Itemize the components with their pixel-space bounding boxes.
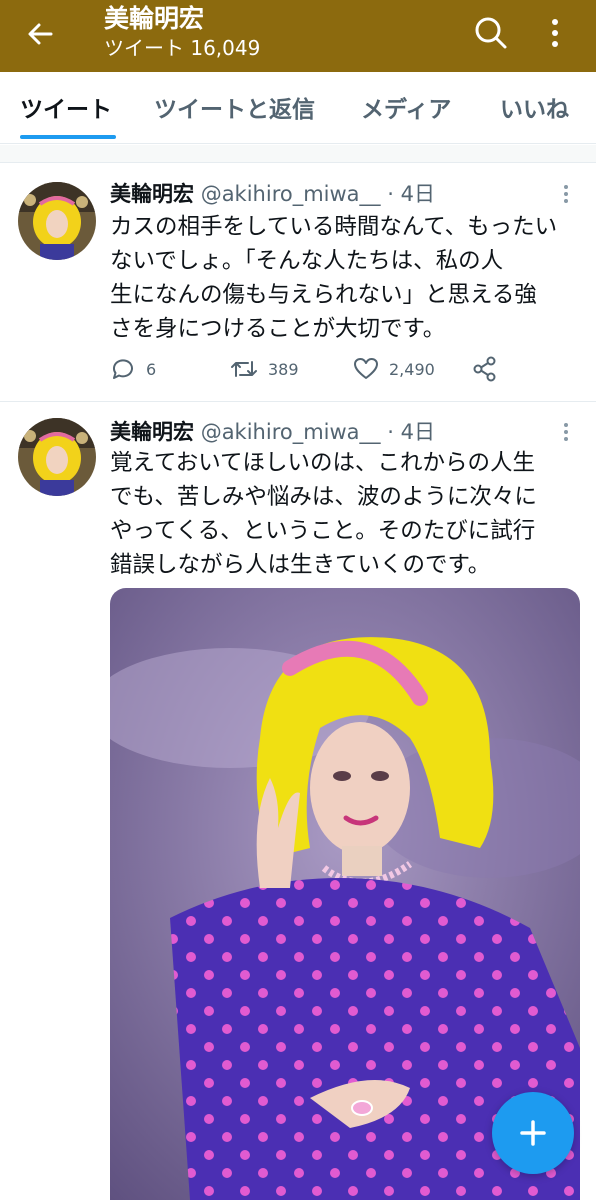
- compose-tweet-button[interactable]: [492, 1092, 574, 1174]
- tweet-menu-button[interactable]: [556, 184, 576, 204]
- separator-dot: ·: [387, 420, 394, 444]
- tweet-header: 美輪明宏 @akihiro_miwa__ · 4日: [110, 418, 435, 446]
- reply-count: 6: [146, 359, 157, 379]
- tweet-count: ツイート 16,049: [104, 36, 261, 60]
- tweet-actions: 6 389 2,490: [110, 356, 580, 386]
- avatar[interactable]: [18, 418, 96, 496]
- tweet-text: カスの相手をしている時間なんて、もったい ないでしょ。「そんな人たちは、私の人 …: [110, 210, 580, 346]
- active-tab-indicator: [20, 135, 116, 139]
- tweet-text-line: さを身につけることが大切です。: [110, 316, 446, 342]
- tweet-header: 美輪明宏 @akihiro_miwa__ · 4日: [110, 180, 435, 208]
- retweet-button[interactable]: 389: [230, 356, 299, 382]
- share-button[interactable]: [472, 356, 498, 382]
- share-icon: [473, 356, 496, 382]
- tab-media[interactable]: メディア: [361, 90, 451, 124]
- tweet-time[interactable]: 4日: [401, 182, 435, 206]
- like-count: 2,490: [389, 359, 435, 379]
- heart-icon: [354, 358, 378, 379]
- author-name[interactable]: 美輪明宏: [110, 182, 194, 206]
- section-divider: [0, 145, 596, 163]
- author-handle[interactable]: @akihiro_miwa__: [201, 420, 381, 444]
- tab-tweets[interactable]: ツイート: [20, 90, 112, 124]
- more-vertical-icon: [564, 185, 568, 203]
- like-button[interactable]: 2,490: [353, 356, 435, 382]
- tab-likes[interactable]: いいね: [500, 90, 569, 124]
- tweet-text-line: やってくる、ということ。そのたびに試行: [110, 518, 536, 544]
- search-icon: [475, 17, 507, 49]
- separator-dot: ·: [387, 182, 394, 206]
- plus-icon: [520, 1120, 546, 1146]
- search-button[interactable]: [470, 12, 512, 54]
- profile-tabs: ツイート ツイートと返信 メディア いいね: [0, 72, 596, 144]
- retweet-icon: [231, 361, 257, 377]
- back-button[interactable]: [20, 14, 60, 54]
- tweet-text-line: でも、苦しみや悩みは、波のように次々に: [110, 484, 537, 510]
- tweet-text-line: 錯誤しながら人は生きていくのです。: [110, 552, 491, 578]
- header-title-block: 美輪明宏 ツイート 16,049: [104, 4, 260, 62]
- avatar[interactable]: [18, 182, 96, 260]
- more-options-button[interactable]: [540, 12, 570, 54]
- more-vertical-icon: [564, 423, 568, 441]
- tweet-menu-button[interactable]: [556, 422, 576, 442]
- retweet-count: 389: [268, 359, 299, 379]
- more-vertical-icon: [552, 19, 558, 47]
- reply-button[interactable]: 6: [110, 356, 156, 382]
- tweet-text-line: 生になんの傷も与えられない」と思える強: [110, 282, 537, 308]
- tab-tweets-and-replies[interactable]: ツイートと返信: [154, 90, 315, 124]
- tweet-text: 覚えておいてほしいのは、これからの人生 でも、苦しみや悩みは、波のように次々に …: [110, 446, 580, 582]
- tweet-text-line: 覚えておいてほしいのは、これからの人生: [110, 450, 536, 476]
- tweet-time[interactable]: 4日: [401, 420, 435, 444]
- author-handle[interactable]: @akihiro_miwa__: [201, 182, 381, 206]
- author-name[interactable]: 美輪明宏: [110, 420, 194, 444]
- tweet-text-line: ないでしょ。「そんな人たちは、私の人: [110, 248, 504, 274]
- profile-name-title: 美輪明宏: [104, 4, 205, 33]
- tweet-1[interactable]: 美輪明宏 @akihiro_miwa__ · 4日 カスの相手をしている時間なん…: [0, 164, 596, 402]
- arrow-left-icon: [28, 23, 53, 45]
- tweet-text-line: カスの相手をしている時間なんて、もったい: [110, 214, 558, 240]
- reply-icon: [112, 359, 133, 379]
- top-app-bar: 美輪明宏 ツイート 16,049: [0, 0, 596, 72]
